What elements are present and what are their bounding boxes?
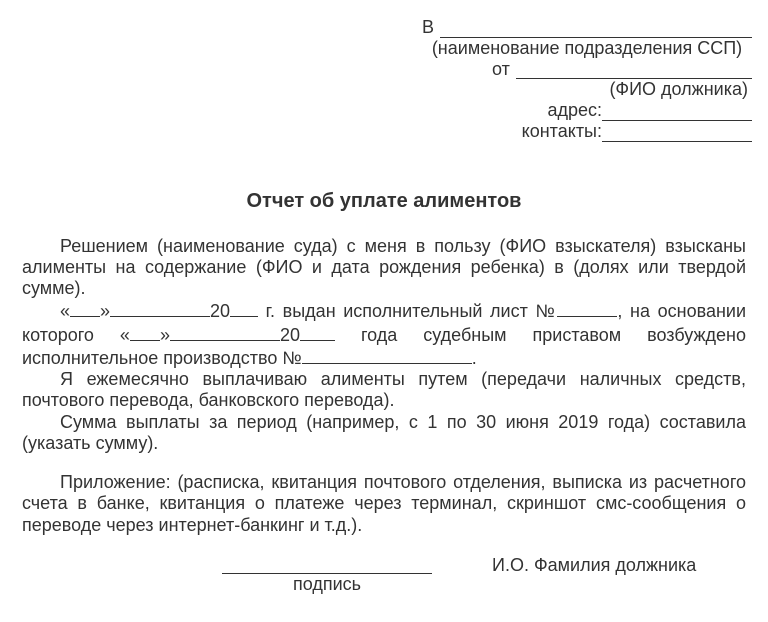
from-prefix: от — [492, 60, 510, 80]
from-blank[interactable] — [516, 61, 752, 80]
signature-line[interactable] — [222, 556, 432, 574]
to-prefix: В — [422, 18, 434, 38]
document-title: Отчет об уплате алиментов — [22, 190, 746, 212]
p2-d: г. выдан исполнительный лист № — [258, 301, 557, 321]
p2-g: 20 — [280, 325, 300, 345]
p2-a: « — [60, 301, 70, 321]
from-caption: (ФИО должника) — [422, 80, 752, 100]
paragraph-4: Сумма выплаты за период (например, с 1 п… — [22, 412, 746, 454]
paragraph-2: «»20 г. выдан исполнительный лист №, на … — [22, 299, 746, 369]
paragraph-1: Решением (наименование суда) с меня в по… — [22, 236, 746, 300]
day-blank-2[interactable] — [130, 323, 160, 341]
to-caption: (наименование подразделения ССП) — [422, 39, 752, 59]
paragraph-5: Приложение: (расписка, квитанция почтово… — [22, 472, 746, 536]
day-blank-1[interactable] — [70, 299, 100, 317]
p2-c: 20 — [210, 301, 230, 321]
document-body: Решением (наименование суда) с меня в по… — [22, 236, 746, 536]
signature-area: подпись И.О. Фамилия должника — [22, 556, 746, 595]
contacts-label: контакты: — [522, 122, 602, 142]
month-blank-2[interactable] — [170, 323, 280, 341]
signature-block: подпись — [222, 556, 432, 595]
signature-label: подпись — [222, 575, 432, 595]
case-number-blank[interactable] — [302, 346, 472, 364]
p2-b: » — [100, 301, 110, 321]
p2-i: . — [472, 348, 477, 368]
to-blank[interactable] — [440, 19, 752, 38]
from-line: от — [422, 60, 752, 80]
address-label: адрес: — [547, 101, 602, 121]
recipient-block: В (наименование подразделения ССП) от (Ф… — [422, 18, 752, 142]
p2-f: » — [160, 325, 170, 345]
address-line: адрес: — [422, 101, 752, 121]
contacts-line: контакты: — [422, 122, 752, 142]
signer-name: И.О. Фамилия должника — [492, 556, 696, 576]
to-line: В — [422, 18, 752, 38]
month-blank-1[interactable] — [110, 299, 210, 317]
address-blank[interactable] — [602, 102, 752, 121]
year-blank-1[interactable] — [230, 299, 258, 317]
writ-number-blank[interactable] — [557, 299, 617, 317]
year-blank-2[interactable] — [300, 323, 335, 341]
paragraph-3: Я ежемесячно выплачиваю алименты путем (… — [22, 369, 746, 411]
contacts-blank[interactable] — [602, 123, 752, 142]
